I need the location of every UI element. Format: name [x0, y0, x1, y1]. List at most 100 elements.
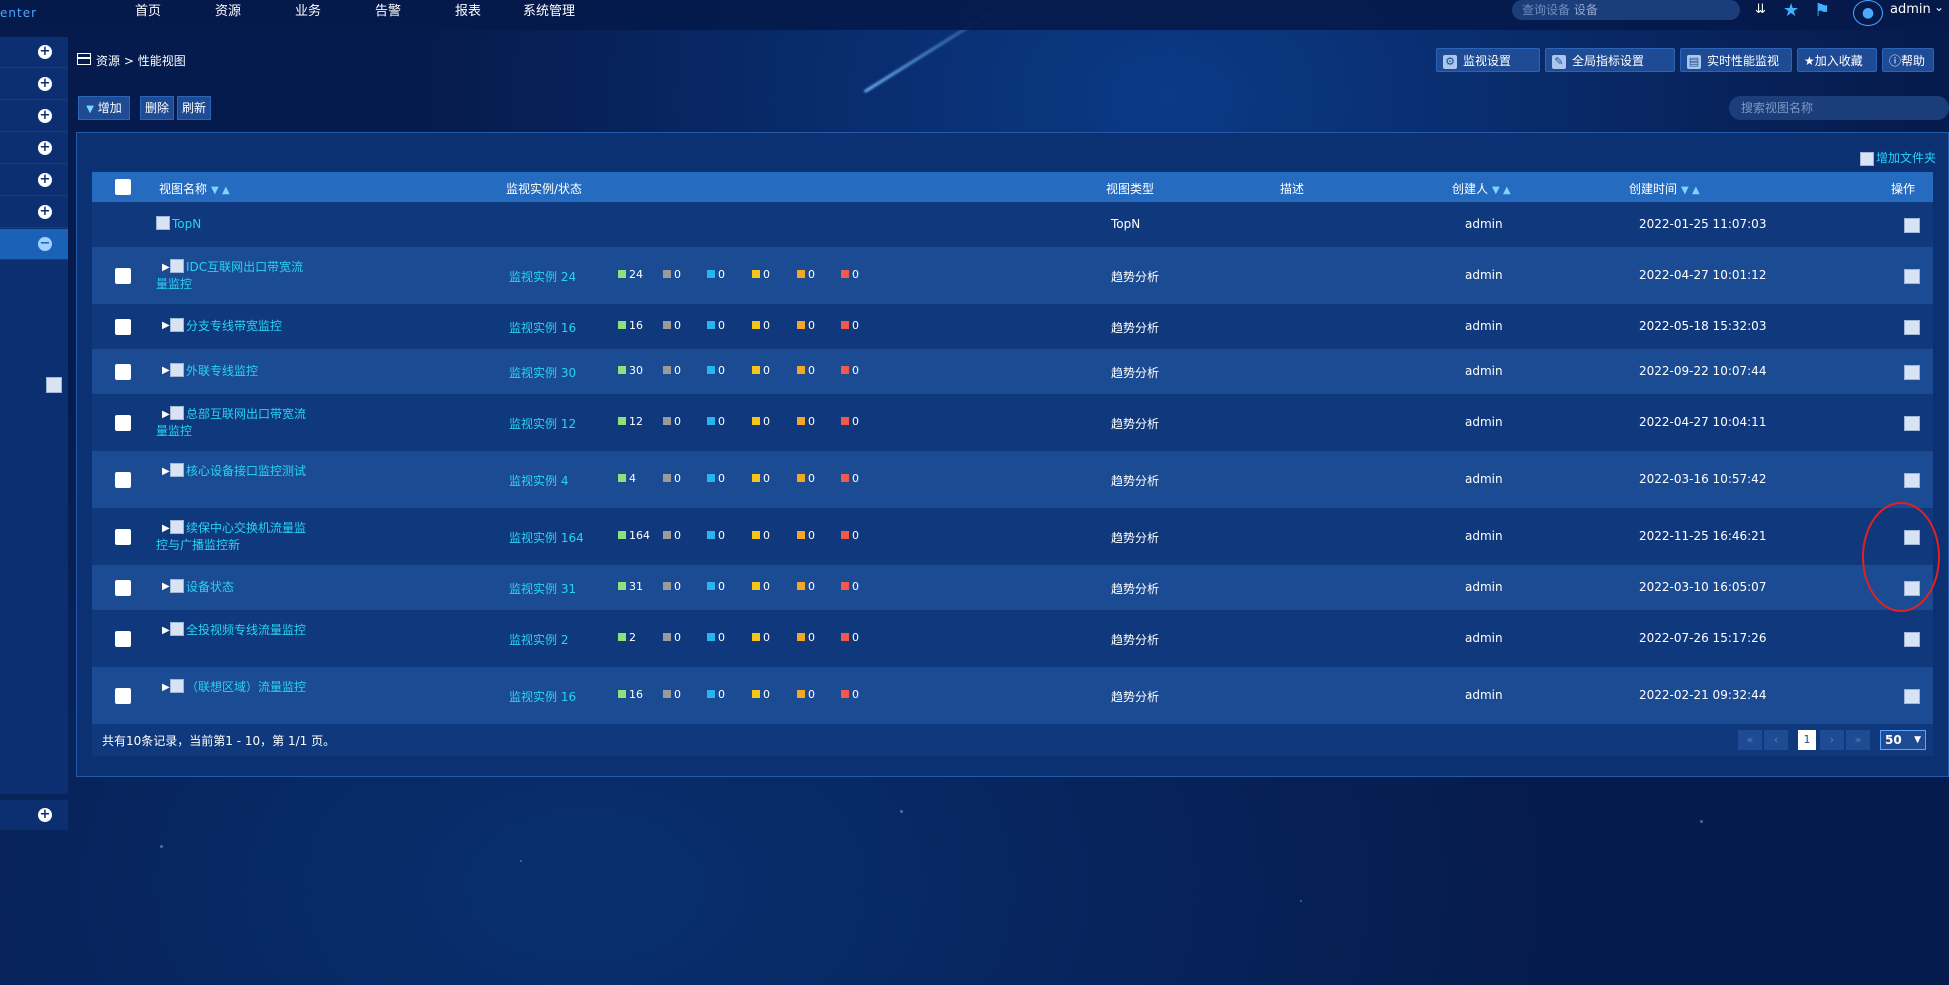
bookmark-icon[interactable]: ⚑	[1814, 0, 1830, 21]
realtime-monitor-button[interactable]: ▤ 实时性能监视	[1680, 48, 1792, 72]
instance-link[interactable]: 监视实例 164	[509, 529, 584, 546]
add-folder-link[interactable]: 增加文件夹	[1860, 149, 1936, 166]
instance-link[interactable]: 监视实例 2	[509, 631, 568, 648]
page-size-select[interactable]: 50 ▼	[1880, 730, 1926, 750]
nav-item-reports[interactable]: 报表	[455, 0, 481, 19]
table-row[interactable]: ▶ 核心设备接口监控测试 监视实例 4 4 0 0 0 0 0 趋势分析 admin 2022-03-…	[92, 451, 1933, 508]
sidebar-group-bottom[interactable]: +	[0, 800, 68, 830]
next-page-button[interactable]: ›	[1820, 730, 1844, 750]
instance-link[interactable]: 监视实例 16	[509, 319, 576, 336]
expand-plus-icon[interactable]: +	[38, 45, 52, 59]
operation-icon[interactable]	[1904, 415, 1920, 431]
chevron-down-icon[interactable]: ⌄	[1934, 0, 1944, 14]
view-name-link[interactable]: 续保中心交换机流量监控与广播监控新	[156, 519, 306, 554]
prev-page-button[interactable]: ‹	[1764, 730, 1788, 750]
table-row[interactable]: ▶ 分支专线带宽监控 监视实例 16 16 0 0 0 0 0 趋势分析 admin 2022-05-…	[92, 304, 1933, 349]
view-name-link[interactable]: 分支专线带宽监控	[156, 317, 306, 335]
view-name-link[interactable]: 外联专线监控	[156, 362, 306, 380]
view-search-input[interactable]	[1729, 96, 1949, 120]
operation-icon[interactable]	[1904, 217, 1920, 233]
first-page-button[interactable]: «	[1738, 730, 1762, 750]
nav-item-resources[interactable]: 资源	[215, 0, 241, 19]
row-checkbox[interactable]	[115, 267, 131, 284]
instance-link[interactable]: 监视实例 4	[509, 472, 568, 489]
operation-icon[interactable]	[1904, 631, 1920, 647]
sidebar-group[interactable]: +	[0, 37, 68, 68]
status-count: 0	[663, 268, 681, 281]
add-dropdown-button[interactable]: ▼ 增加	[78, 96, 130, 120]
sidebar-group[interactable]: +	[0, 133, 68, 164]
user-avatar-icon[interactable]: ●	[1853, 0, 1883, 26]
operation-icon[interactable]	[1904, 319, 1920, 335]
instance-link[interactable]: 监视实例 24	[509, 268, 576, 285]
view-name-link[interactable]: 全投视频专线流量监控	[156, 621, 306, 639]
nav-item-business[interactable]: 业务	[295, 0, 321, 19]
view-name-link[interactable]: 核心设备接口监控测试	[156, 462, 306, 480]
sort-arrows-icon[interactable]: ▼ ▲	[211, 185, 230, 196]
sort-arrows-icon[interactable]: ▼ ▲	[1681, 185, 1700, 196]
select-all-checkbox[interactable]	[115, 179, 131, 195]
row-checkbox[interactable]	[115, 318, 131, 335]
star-icon[interactable]: ★	[1783, 0, 1799, 21]
help-button[interactable]: ⓘ帮助	[1882, 48, 1934, 72]
table-row[interactable]: ▶ 总部互联网出口带宽流量监控 监视实例 12 12 0 0 0 0 0 趋势分析 admin 202…	[92, 394, 1933, 451]
row-checkbox[interactable]	[115, 471, 131, 488]
sidebar-group[interactable]: +	[0, 101, 68, 132]
table-row[interactable]: ▶ （联想区域）流量监控 监视实例 16 16 0 0 0 0 0 趋势分析 admin 2022-0…	[92, 667, 1933, 724]
table-row[interactable]: TopN TopN admin 2022-01-25 11:07:03	[92, 202, 1933, 247]
row-checkbox[interactable]	[115, 687, 131, 704]
instance-link[interactable]: 监视实例 30	[509, 364, 576, 381]
table-row[interactable]: ▶ 外联专线监控 监视实例 30 30 0 0 0 0 0 趋势分析 admin 2022-09-22…	[92, 349, 1933, 394]
nav-item-home[interactable]: 首页	[135, 0, 161, 19]
operation-icon[interactable]	[1904, 268, 1920, 284]
operation-icon[interactable]	[1904, 364, 1920, 380]
row-checkbox[interactable]	[115, 579, 131, 596]
sidebar-group[interactable]: +	[0, 197, 68, 228]
expand-plus-icon[interactable]: +	[38, 808, 52, 822]
sidebar-group-active[interactable]: −	[0, 229, 68, 260]
expand-plus-icon[interactable]: +	[38, 109, 52, 123]
sort-arrows-icon[interactable]: ▼ ▲	[1492, 185, 1511, 196]
collapse-minus-icon[interactable]: −	[38, 237, 52, 251]
view-name-link[interactable]: TopN	[156, 215, 306, 233]
view-name-link[interactable]: （联想区域）流量监控	[156, 678, 306, 696]
row-checkbox[interactable]	[115, 630, 131, 647]
expand-plus-icon[interactable]: +	[38, 205, 52, 219]
sidebar-group[interactable]: +	[0, 69, 68, 100]
refresh-button[interactable]: 刷新	[177, 96, 211, 120]
breadcrumb-root[interactable]: 资源	[96, 54, 120, 68]
sidebar-group[interactable]: +	[0, 165, 68, 196]
delete-button[interactable]: 删除	[140, 96, 174, 120]
operation-icon[interactable]	[1904, 472, 1920, 488]
header-view-name[interactable]: 视图名称 ▼ ▲	[159, 180, 230, 197]
header-created-time[interactable]: 创建时间 ▼ ▲	[1629, 180, 1700, 197]
row-checkbox[interactable]	[115, 414, 131, 431]
nav-item-system-management[interactable]: 系统管理	[523, 0, 575, 19]
table-row[interactable]: ▶ 全投视频专线流量监控 监视实例 2 2 0 0 0 0 0 趋势分析 admin 2022-07-…	[92, 610, 1933, 667]
global-metric-settings-button[interactable]: ✎ 全局指标设置	[1545, 48, 1675, 72]
current-page-button[interactable]: 1	[1798, 730, 1816, 750]
instance-link[interactable]: 监视实例 16	[509, 688, 576, 705]
double-chevron-down-icon[interactable]: ⇊	[1755, 2, 1766, 17]
username[interactable]: admin	[1890, 2, 1931, 17]
table-row[interactable]: ▶ 续保中心交换机流量监控与广播监控新 监视实例 164 164 0 0 0 0 0 趋势分析 ad…	[92, 508, 1933, 565]
device-search-input[interactable]: 查询设备 设备	[1512, 0, 1740, 20]
table-row[interactable]: ▶ 设备状态 监视实例 31 31 0 0 0 0 0 趋势分析 admin 2022-03-10 1…	[92, 565, 1933, 610]
table-row[interactable]: ▶ IDC互联网出口带宽流量监控 监视实例 24 24 0 0 0 0 0 趋势分析 admin 20…	[92, 247, 1933, 304]
view-name-link[interactable]: 总部互联网出口带宽流量监控	[156, 405, 306, 440]
row-checkbox[interactable]	[115, 363, 131, 380]
expand-plus-icon[interactable]: +	[38, 77, 52, 91]
expand-plus-icon[interactable]: +	[38, 173, 52, 187]
view-name-link[interactable]: IDC互联网出口带宽流量监控	[156, 258, 306, 293]
last-page-button[interactable]: »	[1846, 730, 1870, 750]
view-name-link[interactable]: 设备状态	[156, 578, 306, 596]
instance-link[interactable]: 监视实例 12	[509, 415, 576, 432]
operation-icon[interactable]	[1904, 688, 1920, 704]
expand-plus-icon[interactable]: +	[38, 141, 52, 155]
add-favorite-button[interactable]: ★加入收藏	[1797, 48, 1877, 72]
row-checkbox[interactable]	[115, 528, 131, 545]
nav-item-alarms[interactable]: 告警	[375, 0, 401, 19]
monitor-settings-button[interactable]: ⚙ 监视设置	[1436, 48, 1540, 72]
header-creator[interactable]: 创建人 ▼ ▲	[1452, 180, 1511, 197]
instance-link[interactable]: 监视实例 31	[509, 580, 576, 597]
